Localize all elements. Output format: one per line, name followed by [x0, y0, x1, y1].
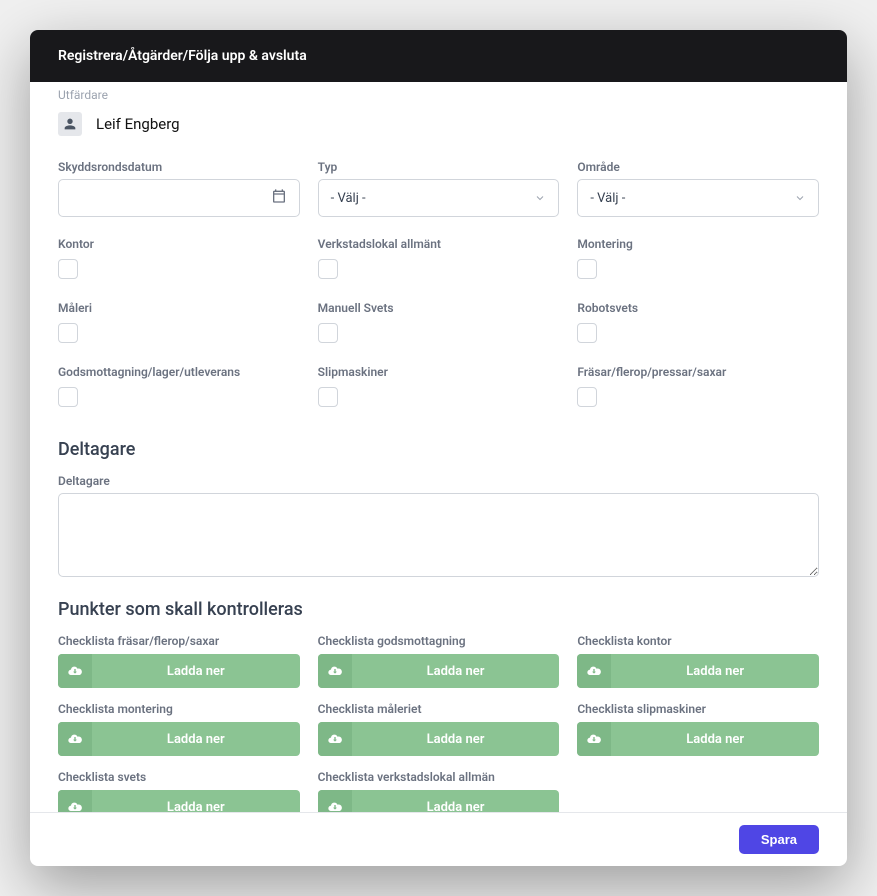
chevron-down-icon — [534, 192, 546, 204]
download-button[interactable]: Ladda ner — [577, 722, 819, 756]
issuer-name: Leif Engberg — [96, 115, 180, 133]
dl-text: Ladda ner — [92, 790, 300, 812]
footer: Spara — [30, 812, 847, 866]
dl-label: Checklista verkstadslokal allmän — [318, 770, 560, 784]
cb-label: Slipmaskiner — [318, 365, 560, 379]
type-placeholder: - Välj - — [331, 191, 366, 206]
dl-text: Ladda ner — [352, 654, 560, 688]
cloud-download-icon — [58, 790, 92, 812]
dl-label: Checklista godsmottagning — [318, 634, 560, 648]
checkbox-maleri[interactable] — [58, 323, 78, 343]
title-bar: Registrera/Åtgärder/Följa upp & avsluta — [30, 30, 847, 82]
checkbox-godsmottagning[interactable] — [58, 387, 78, 407]
cb-label: Kontor — [58, 237, 300, 251]
checkbox-grid: Kontor Verkstadslokal allmänt Montering … — [58, 237, 819, 421]
date-label: Skyddsrondsdatum — [58, 160, 300, 174]
date-input[interactable] — [58, 179, 300, 217]
download-button[interactable]: Ladda ner — [318, 722, 560, 756]
dl-text: Ladda ner — [611, 722, 819, 756]
content-area: Utfärdare Leif Engberg Skyddsrondsdatum … — [30, 82, 847, 812]
cloud-download-icon — [58, 654, 92, 688]
cloud-download-icon — [318, 790, 352, 812]
download-button[interactable]: Ladda ner — [58, 790, 300, 812]
top-fields-row: Skyddsrondsdatum Typ - Välj - Område - V… — [58, 160, 819, 217]
participants-title: Deltagare — [58, 439, 819, 460]
checkbox-robotsvets[interactable] — [577, 323, 597, 343]
download-button[interactable]: Ladda ner — [58, 722, 300, 756]
area-select[interactable]: - Välj - — [577, 179, 819, 217]
date-field-wrap: Skyddsrondsdatum — [58, 160, 300, 217]
participants-textarea[interactable] — [58, 493, 819, 577]
dl-label: Checklista kontor — [577, 634, 819, 648]
cloud-download-icon — [318, 654, 352, 688]
download-button[interactable]: Ladda ner — [318, 790, 560, 812]
cb-label: Montering — [577, 237, 819, 251]
cb-label: Fräsar/flerop/pressar/saxar — [577, 365, 819, 379]
area-label: Område — [577, 160, 819, 174]
checkbox-montering[interactable] — [577, 259, 597, 279]
cb-label: Manuell Svets — [318, 301, 560, 315]
dl-text: Ladda ner — [611, 654, 819, 688]
checklists-title: Punkter som skall kontrolleras — [58, 599, 819, 620]
person-icon — [58, 112, 82, 136]
download-button[interactable]: Ladda ner — [318, 654, 560, 688]
cb-label: Måleri — [58, 301, 300, 315]
calendar-icon — [271, 188, 287, 208]
checkbox-kontor[interactable] — [58, 259, 78, 279]
download-grid: Checklista fräsar/flerop/saxarLadda ner … — [58, 634, 819, 812]
cloud-download-icon — [577, 654, 611, 688]
dl-label: Checklista slipmaskiner — [577, 702, 819, 716]
dl-label: Checklista fräsar/flerop/saxar — [58, 634, 300, 648]
cb-label: Verkstadslokal allmänt — [318, 237, 560, 251]
cloud-download-icon — [58, 722, 92, 756]
dl-text: Ladda ner — [352, 722, 560, 756]
dl-text: Ladda ner — [92, 722, 300, 756]
checkbox-manuell-svets[interactable] — [318, 323, 338, 343]
download-button[interactable]: Ladda ner — [577, 654, 819, 688]
issuer-row: Leif Engberg — [58, 112, 819, 136]
issuer-label: Utfärdare — [58, 88, 819, 102]
save-button[interactable]: Spara — [739, 825, 819, 854]
dl-label: Checklista svets — [58, 770, 300, 784]
cloud-download-icon — [577, 722, 611, 756]
dl-text: Ladda ner — [92, 654, 300, 688]
window-title: Registrera/Åtgärder/Följa upp & avsluta — [58, 48, 307, 64]
checkbox-frasar[interactable] — [577, 387, 597, 407]
type-field-wrap: Typ - Välj - — [318, 160, 560, 217]
checkbox-verkstadslokal[interactable] — [318, 259, 338, 279]
cb-label: Robotsvets — [577, 301, 819, 315]
dl-label: Checklista måleriet — [318, 702, 560, 716]
modal-window: Registrera/Åtgärder/Följa upp & avsluta … — [30, 30, 847, 866]
cb-label: Godsmottagning/lager/utleverans — [58, 365, 300, 379]
type-select[interactable]: - Välj - — [318, 179, 560, 217]
save-label: Spara — [761, 832, 797, 847]
area-placeholder: - Välj - — [590, 191, 625, 206]
download-button[interactable]: Ladda ner — [58, 654, 300, 688]
participants-label: Deltagare — [58, 474, 819, 488]
dl-label: Checklista montering — [58, 702, 300, 716]
cloud-download-icon — [318, 722, 352, 756]
chevron-down-icon — [794, 192, 806, 204]
dl-text: Ladda ner — [352, 790, 560, 812]
area-field-wrap: Område - Välj - — [577, 160, 819, 217]
checkbox-slipmaskiner[interactable] — [318, 387, 338, 407]
type-label: Typ — [318, 160, 560, 174]
